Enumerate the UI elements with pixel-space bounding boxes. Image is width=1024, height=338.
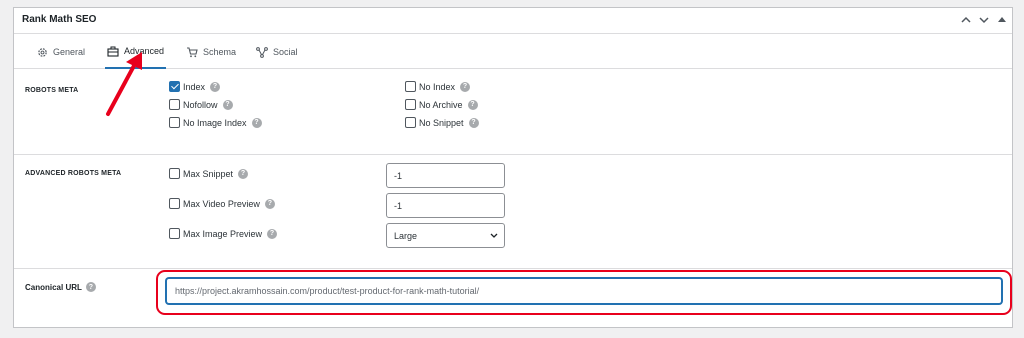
checkbox[interactable] xyxy=(169,99,180,110)
gear-icon xyxy=(37,47,48,58)
annotation-arrow-icon xyxy=(106,52,142,116)
checkbox-label: No Snippet xyxy=(419,117,464,128)
checkbox-label: No Image Index xyxy=(183,117,247,128)
canonical-url-label: Canonical URL ? xyxy=(25,282,96,292)
help-icon[interactable]: ? xyxy=(251,117,262,128)
robots-meta-section: ROBOTS META Index ? Nofollow ? No Image … xyxy=(14,70,1012,155)
help-icon[interactable]: ? xyxy=(468,117,479,128)
canonical-url-placeholder: https://project.akramhossain.com/product… xyxy=(175,286,480,296)
help-icon[interactable]: ? xyxy=(222,99,233,110)
panel-header: Rank Math SEO xyxy=(14,8,1012,34)
share-icon xyxy=(256,46,268,58)
tab-general[interactable]: General xyxy=(35,35,87,69)
chevron-down-icon xyxy=(490,231,498,241)
checkbox[interactable] xyxy=(169,228,180,239)
checkbox-checked[interactable] xyxy=(169,81,180,92)
advanced-robots-meta-label: ADVANCED ROBOTS META xyxy=(25,170,122,177)
robots-meta-label: ROBOTS META xyxy=(25,87,79,94)
checkbox-label: No Archive xyxy=(419,99,463,110)
checkbox-label: No Index xyxy=(419,81,456,92)
help-icon[interactable]: ? xyxy=(460,81,471,92)
canonical-label-text: Canonical URL xyxy=(25,282,82,292)
tab-label: Schema xyxy=(203,47,237,57)
checkbox-label: Index xyxy=(183,81,206,92)
advanced-robots-meta-section: ADVANCED ROBOTS META Max Snippet ? -1 Ma… xyxy=(14,155,1012,269)
checkbox[interactable] xyxy=(405,81,416,92)
canonical-url-input[interactable]: https://project.akramhossain.com/product… xyxy=(166,278,1002,304)
collapse-up-icon[interactable] xyxy=(958,12,974,28)
help-icon[interactable]: ? xyxy=(467,99,478,110)
checkbox-nofollow[interactable]: Nofollow ? xyxy=(169,99,233,110)
panel-title: Rank Math SEO xyxy=(22,14,97,25)
select-value: Large xyxy=(394,230,418,241)
checkbox-max-image-preview[interactable]: Max Image Preview ? xyxy=(169,228,278,239)
checkbox-max-snippet[interactable]: Max Snippet ? xyxy=(169,168,249,179)
toggle-panel-icon[interactable] xyxy=(994,12,1010,28)
checkbox[interactable] xyxy=(405,117,416,128)
checkbox[interactable] xyxy=(169,168,180,179)
help-icon[interactable]: ? xyxy=(264,198,275,209)
help-icon[interactable]: ? xyxy=(210,81,221,92)
checkbox[interactable] xyxy=(405,99,416,110)
checkbox-index[interactable]: Index ? xyxy=(169,81,221,92)
checkbox-max-video-preview[interactable]: Max Video Preview ? xyxy=(169,198,275,209)
tab-label: Social xyxy=(273,47,298,57)
tab-social[interactable]: Social xyxy=(254,35,300,69)
checkbox[interactable] xyxy=(169,198,180,209)
collapse-down-icon[interactable] xyxy=(976,12,992,28)
checkbox-label: Max Video Preview xyxy=(183,198,260,209)
checkbox-no-snippet[interactable]: No Snippet ? xyxy=(405,117,479,128)
checkbox-label: Nofollow xyxy=(183,99,218,110)
checkbox-label: Max Image Preview xyxy=(183,228,263,239)
checkbox-no-archive[interactable]: No Archive ? xyxy=(405,99,478,110)
tab-schema[interactable]: Schema xyxy=(184,35,238,69)
checkbox-label: Max Snippet xyxy=(183,168,234,179)
max-image-preview-select[interactable]: Large xyxy=(386,223,505,248)
max-video-preview-input[interactable]: -1 xyxy=(386,193,505,218)
help-icon[interactable]: ? xyxy=(267,228,278,239)
checkbox-no-image-index[interactable]: No Image Index ? xyxy=(169,117,262,128)
help-icon[interactable]: ? xyxy=(238,168,249,179)
max-snippet-input[interactable]: -1 xyxy=(386,163,505,188)
tab-label: General xyxy=(53,47,86,57)
checkbox-no-index[interactable]: No Index ? xyxy=(405,81,471,92)
cart-icon xyxy=(186,46,198,58)
help-icon[interactable]: ? xyxy=(85,282,96,292)
tab-bar: General Advanced Schema Social xyxy=(14,35,1012,69)
checkbox[interactable] xyxy=(169,117,180,128)
